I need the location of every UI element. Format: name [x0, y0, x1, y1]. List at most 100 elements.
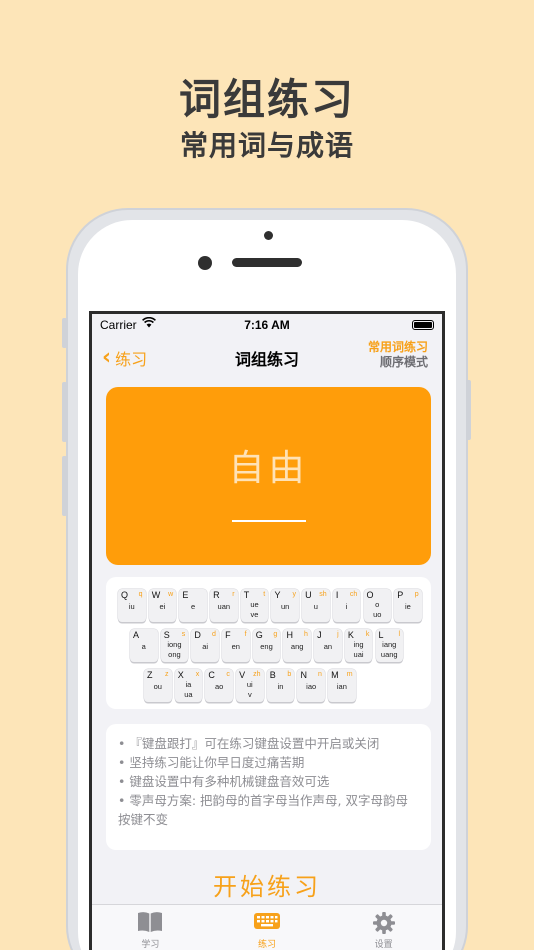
tab-settings[interactable]: 设置 [325, 905, 442, 950]
key-n[interactable]: Nn iao [297, 669, 325, 702]
key-letter: E [182, 590, 189, 600]
tab-learn[interactable]: 学习 [92, 905, 209, 950]
keyboard-icon [254, 911, 280, 935]
key-e[interactable]: Ee [179, 589, 207, 622]
key-initial: w [168, 591, 174, 598]
key-initial: n [318, 671, 322, 678]
key-h[interactable]: Hh ang [283, 629, 311, 662]
tip-item: • 坚持练习能让你早日度过痛苦期 [118, 755, 305, 770]
camera-dot [264, 231, 273, 240]
key-x[interactable]: Xx ia ua [174, 669, 203, 702]
key-initial: k [365, 631, 370, 638]
key-letter: X [177, 670, 184, 680]
key-letter: G [255, 630, 263, 640]
key-initial: zh [253, 671, 261, 678]
key-p[interactable]: Pp ie [394, 589, 422, 622]
key-letter: D [194, 630, 201, 640]
key-v[interactable]: Vzh ui v [236, 669, 264, 702]
key-letter: O [366, 590, 374, 600]
key-b[interactable]: Bb in [266, 669, 295, 702]
key-t[interactable]: Tt ue ve [240, 589, 269, 622]
key-q[interactable]: Qq iu [118, 589, 146, 622]
key-final: uang [380, 650, 398, 659]
key-initial: j [337, 631, 339, 638]
tips-panel: • 『键盘跟打』可在练习键盘设置中开启或关闭 • 坚持练习能让你早日度过痛苦期 … [106, 724, 431, 850]
key-initial: s [181, 631, 186, 638]
key-letter: F [225, 630, 231, 640]
key-letter: Q [121, 590, 129, 600]
key-final: ian [336, 682, 347, 691]
key-r[interactable]: Rr uan [210, 589, 238, 622]
key-w[interactable]: Ww ei [148, 589, 177, 622]
key-initial: x [195, 671, 200, 678]
key-final: uan [217, 602, 231, 611]
earpiece-speaker [232, 258, 302, 267]
key-final: e [191, 602, 196, 611]
tab-bar: 学习 练习 设置 [92, 904, 442, 950]
key-letter: A [133, 630, 140, 640]
key-final: ia [185, 680, 192, 689]
word-card: 自由 [106, 387, 431, 565]
key-y[interactable]: Yy un [271, 589, 299, 622]
key-final: i [345, 602, 348, 611]
phone-power-button [466, 380, 471, 440]
key-letter: S [163, 630, 170, 640]
key-l[interactable]: Ll iang uang [375, 629, 403, 662]
key-letter: Z [147, 670, 153, 680]
phone-mute-switch [62, 318, 67, 348]
key-final: iu [128, 602, 135, 611]
key-g[interactable]: Gg eng [252, 629, 281, 662]
key-initial: q [138, 591, 143, 598]
key-z[interactable]: Zz ou [144, 669, 172, 702]
key-final: uo [373, 610, 382, 619]
key-j[interactable]: Jj an [314, 629, 342, 662]
key-final: ao [214, 682, 224, 691]
key-final: a [141, 642, 146, 651]
key-final: ei [159, 602, 166, 611]
key-letter: R [213, 590, 220, 600]
phone-volume-down [62, 456, 67, 516]
navigation-bar: ‹ 练习 词组练习 常用词练习 顺序模式 [92, 338, 442, 378]
key-final: ai [202, 642, 209, 651]
mode-order: 顺序模式 [379, 355, 428, 369]
key-f[interactable]: Ff en [222, 629, 250, 662]
key-initial: sh [319, 591, 327, 598]
key-final: iong [167, 640, 182, 649]
key-letter: I [335, 590, 339, 600]
key-d[interactable]: Dd ai [191, 629, 219, 662]
tab-practice[interactable]: 练习 [209, 905, 326, 950]
key-final: u [313, 602, 318, 611]
mode-selector[interactable]: 常用词练习 顺序模式 [368, 340, 428, 370]
keyboard-row-3: Zz ou Xx ia ua Cc ao Vzh ui v Bb in Nn iao Mm ian [144, 669, 356, 702]
key-initial: ch [349, 591, 358, 598]
tip-item: • 零声母方案: 把韵母的首字母当作声母, 双字母韵母按键不变 [118, 793, 408, 827]
key-final: ie [405, 602, 411, 611]
key-letter: P [397, 590, 404, 600]
key-u[interactable]: Ush u [302, 589, 330, 622]
tip-item: • 键盘设置中有多种机械键盘音效可选 [118, 774, 330, 789]
key-final: iang [382, 640, 397, 649]
key-letter: Y [274, 590, 281, 600]
key-i[interactable]: Ich i [332, 589, 361, 622]
status-bar: Carrier 7:16 AM [92, 314, 442, 336]
key-m[interactable]: Mm ian [328, 669, 356, 702]
key-letter: C [208, 670, 215, 680]
hero-subtitle: 常用词与成语 [179, 129, 354, 162]
key-letter: N [300, 670, 307, 680]
status-time: 7:16 AM [244, 318, 290, 332]
key-k[interactable]: Kk ing uai [344, 629, 373, 662]
key-c[interactable]: Cc ao [205, 669, 233, 702]
key-letter: B [269, 670, 276, 680]
mode-practice-type: 常用词练习 [367, 340, 428, 354]
key-final: ua [184, 690, 193, 699]
keyboard-row-1: Qq iu Ww ei Ee Rr uan Tt ue ve Yy un Ush u Ich i Oo uo Pp i… [118, 589, 422, 622]
key-s[interactable]: Ss iong ong [160, 629, 189, 662]
key-o[interactable]: Oo uo [363, 589, 391, 622]
key-final: in [277, 682, 284, 691]
key-final: ing [353, 640, 364, 649]
key-initial: l [398, 631, 400, 638]
key-initial: y [292, 591, 296, 598]
key-initial: z [165, 671, 169, 678]
key-a[interactable]: Aa [130, 629, 158, 662]
start-practice-button[interactable]: 开始练习 [92, 867, 442, 902]
